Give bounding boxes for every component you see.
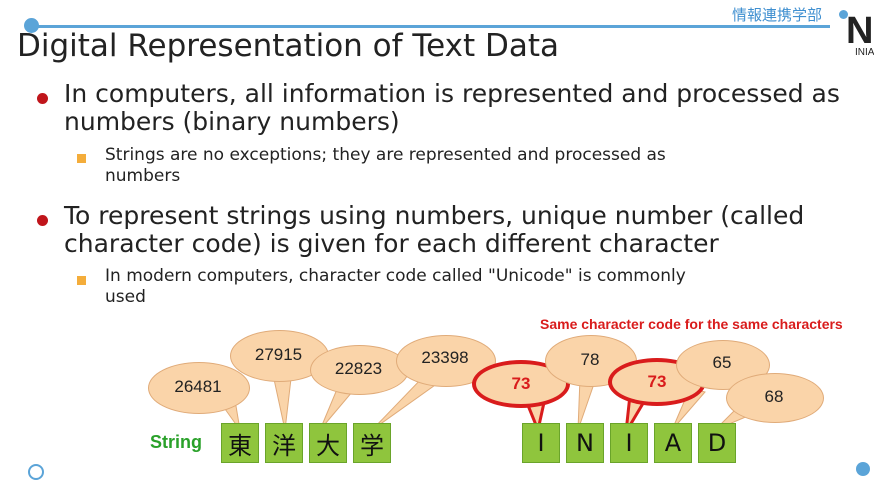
char-block: 東: [221, 423, 259, 463]
code-value: 26481: [174, 377, 222, 396]
string-label: String: [150, 432, 202, 452]
char-block: A: [654, 423, 692, 463]
char-block: 学: [353, 423, 391, 463]
code-value: 68: [764, 387, 784, 406]
code-value: 65: [712, 353, 732, 372]
footer-dot: [856, 462, 870, 476]
code-value: 23398: [421, 348, 469, 367]
char-block: N: [566, 423, 604, 463]
code-value: 22823: [334, 359, 383, 378]
char-block: 大: [309, 423, 347, 463]
char-block: 洋: [265, 423, 303, 463]
footer-dot: [28, 464, 44, 480]
char-block: I: [610, 423, 648, 463]
char-block: I: [522, 423, 560, 463]
same-code-note: Same character code for the same charact…: [540, 316, 843, 332]
char-block: D: [698, 423, 736, 463]
